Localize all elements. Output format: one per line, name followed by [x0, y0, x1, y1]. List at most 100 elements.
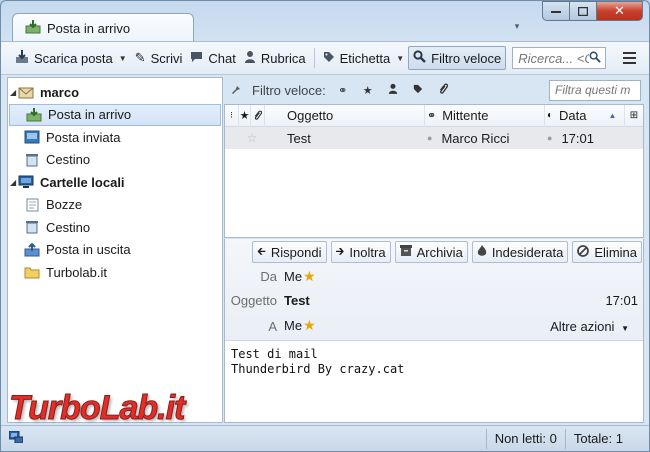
folder-outbox[interactable]: Posta in uscita: [8, 239, 222, 262]
dropdown-arrow-icon: ▼: [621, 324, 629, 333]
forward-arrow-icon: 🡲: [335, 245, 345, 258]
pin-icon[interactable]: [230, 82, 244, 99]
thread-column-icon[interactable]: ⁝: [225, 104, 239, 127]
search-placeholder: Ricerca... <C: [518, 50, 590, 66]
sent-icon: [24, 130, 40, 144]
star-icon[interactable]: ★: [303, 317, 316, 333]
tab-inbox[interactable]: Posta in arrivo: [12, 13, 194, 42]
to-name: Me: [284, 318, 303, 333]
folder-label: Posta inviata: [46, 129, 121, 145]
star-filter-icon[interactable]: ★: [361, 84, 375, 97]
folder-label: Cartelle locali: [40, 174, 125, 190]
account-local-folders[interactable]: ◢ Cartelle locali: [8, 171, 222, 194]
archive-label: Archivia: [416, 244, 463, 260]
quick-filter-button[interactable]: Filtro veloce: [408, 46, 507, 70]
chevron-down-icon[interactable]: ▾: [510, 21, 524, 33]
row-date: 17:01: [561, 130, 594, 146]
folder-inbox[interactable]: Posta in arrivo: [9, 103, 221, 126]
status-bar: Non letti: 0 Totale: 1: [1, 425, 649, 451]
close-icon[interactable]: ✕: [597, 1, 643, 21]
forward-button[interactable]: 🡲 Inoltra: [330, 241, 391, 263]
folder-label: Turbolab.it: [46, 264, 107, 280]
folder-trash[interactable]: Cestino: [8, 149, 222, 172]
from-value[interactable]: Me★: [284, 268, 316, 285]
quick-filter-input[interactable]: Filtra questi m: [549, 80, 641, 101]
download-icon: [15, 49, 29, 67]
tag-label: Etichetta: [339, 50, 391, 66]
column-sender[interactable]: ⚭ Mittente: [425, 104, 545, 127]
app-menu-icon[interactable]: [616, 47, 642, 69]
contact-filter-icon[interactable]: [386, 83, 400, 97]
attachment-filter-icon[interactable]: [436, 83, 450, 98]
junk-label: Indesiderata: [491, 244, 564, 260]
chat-button[interactable]: Chat: [186, 46, 239, 70]
row-subject: Test: [287, 130, 311, 146]
account-marco[interactable]: ◢ marco: [8, 81, 222, 104]
delete-button[interactable]: Elimina: [572, 241, 642, 263]
folder-label: Cestino: [46, 152, 91, 168]
star-column-icon[interactable]: ★: [239, 104, 251, 127]
collapse-arrow-icon[interactable]: ◢: [10, 178, 16, 187]
column-date-label: Data: [559, 108, 587, 123]
maximize-icon[interactable]: [570, 1, 597, 21]
contacts-icon: [244, 50, 256, 66]
table-row[interactable]: ☆ Test ● Marco Ricci ● 17:01: [225, 127, 643, 149]
to-value[interactable]: Me★: [284, 317, 316, 334]
star-outline-icon[interactable]: ☆: [239, 127, 265, 149]
folder-label: Posta in uscita: [46, 242, 131, 258]
thunderbird-window: Posta in arrivo ▾ ✕ Scarica posta ▼ ✎ Sc…: [0, 0, 650, 452]
window-controls: ✕: [542, 1, 643, 21]
inbox-tab-icon: [25, 19, 41, 37]
dropdown-arrow-icon[interactable]: ▼: [119, 54, 127, 63]
folder-label: Cestino: [46, 219, 91, 235]
archive-button[interactable]: Archivia: [394, 241, 468, 263]
collapse-arrow-icon[interactable]: ◢: [10, 88, 16, 97]
folder-local-trash[interactable]: Cestino: [8, 216, 222, 239]
folder-sent[interactable]: Posta inviata: [8, 126, 222, 149]
subject-label: Oggetto: [230, 293, 277, 308]
reply-button[interactable]: 🡰 Rispondi: [251, 241, 327, 263]
address-book-button[interactable]: Rubrica: [240, 46, 310, 70]
folder-turbolab[interactable]: Turbolab.it: [8, 261, 222, 284]
star-icon[interactable]: ★: [303, 268, 316, 284]
unread-count: Non letti: 0: [494, 431, 557, 446]
status-dot-icon: ●: [427, 133, 433, 143]
get-mail-button[interactable]: Scarica posta ▼: [11, 46, 131, 70]
tag-button[interactable]: Etichetta ▼: [319, 46, 409, 70]
attachment-column-icon[interactable]: [251, 104, 265, 127]
quick-filter-title: Filtro veloce:: [252, 82, 326, 98]
tab-title: Posta in arrivo: [47, 20, 131, 36]
other-actions-button[interactable]: Altre azioni ▼: [550, 319, 629, 334]
sort-ascending-icon: ▲: [608, 111, 617, 120]
message-pane: 🡰 Rispondi 🡲 Inoltra Archivia Indesidera…: [224, 239, 644, 423]
watermark-logo: TurboLab.it: [8, 389, 185, 428]
search-input[interactable]: Ricerca... <C: [512, 47, 607, 69]
junk-button[interactable]: Indesiderata: [471, 241, 569, 263]
get-mail-label: Scarica posta: [34, 50, 113, 66]
other-actions-label: Altre azioni: [550, 319, 615, 334]
column-subject[interactable]: Oggetto: [265, 104, 425, 127]
minimize-icon[interactable]: [542, 1, 570, 21]
reply-label: Rispondi: [270, 244, 322, 260]
delete-label: Elimina: [594, 244, 637, 260]
pencil-icon: ✎: [134, 50, 146, 65]
folder-drafts[interactable]: Bozze: [8, 194, 222, 217]
write-button[interactable]: ✎ Scrivi: [131, 46, 187, 70]
online-status-icon[interactable]: [8, 430, 24, 446]
column-picker-icon[interactable]: ⊞: [625, 105, 643, 127]
folder-icon: [24, 265, 40, 279]
quick-filter-label: Filtro veloce: [431, 50, 502, 66]
message-actions: 🡰 Rispondi 🡲 Inoltra Archivia Indesidera…: [251, 241, 642, 263]
tag-filter-icon[interactable]: [411, 84, 425, 97]
chat-bubble-icon: [190, 51, 203, 66]
reply-arrow-icon: 🡰: [256, 245, 266, 258]
delete-circle-icon: [577, 244, 590, 260]
search-icon[interactable]: [589, 51, 605, 66]
status-dot-icon: ●: [547, 133, 553, 143]
message-body: Test di mail Thunderbird By crazy.cat: [231, 347, 405, 376]
column-sender-label: Mittente: [442, 108, 489, 123]
unread-filter-icon[interactable]: ⚭: [336, 84, 350, 97]
column-date[interactable]: ◐ Data ▲: [545, 104, 625, 127]
folder-label: Bozze: [46, 197, 83, 213]
main-toolbar: Scarica posta ▼ ✎ Scrivi Chat Rubrica Et…: [1, 41, 649, 75]
